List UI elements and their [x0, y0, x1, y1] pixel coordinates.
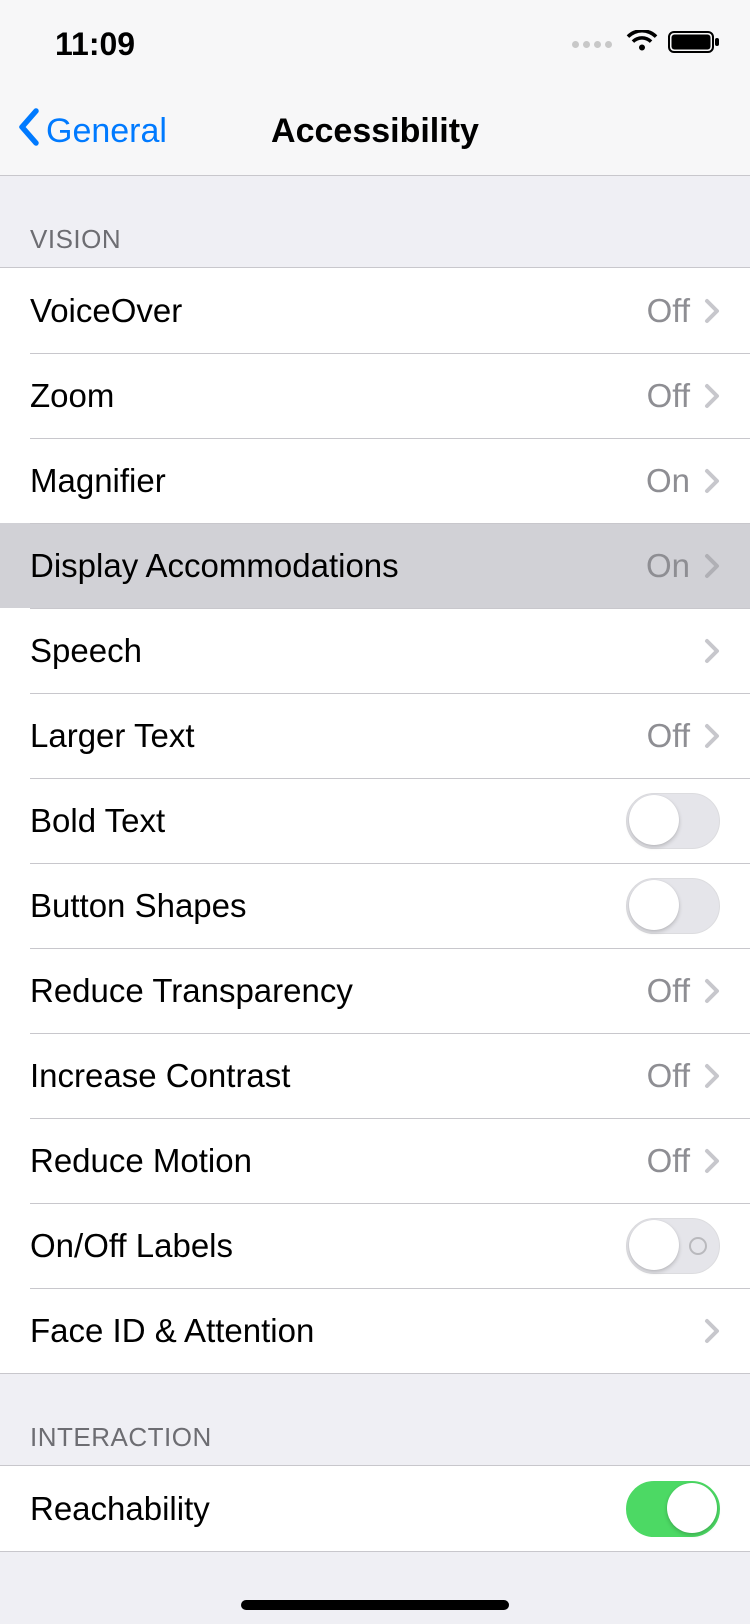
row-label: Bold Text — [30, 802, 626, 840]
chevron-right-icon — [704, 1063, 720, 1089]
toggle-reachability[interactable] — [626, 1481, 720, 1537]
row-onoff-labels: On/Off Labels — [0, 1203, 750, 1288]
row-label: Face ID & Attention — [30, 1312, 704, 1350]
row-label: Reduce Motion — [30, 1142, 647, 1180]
back-button[interactable]: General — [0, 107, 167, 156]
row-value: Off — [647, 1057, 690, 1095]
row-value: Off — [647, 972, 690, 1010]
row-label: Zoom — [30, 377, 647, 415]
row-increase-contrast[interactable]: Increase Contrast Off — [0, 1033, 750, 1118]
section-vision: VoiceOver Off Zoom Off Magnifier On Disp… — [0, 267, 750, 1374]
row-label: Display Accommodations — [30, 547, 646, 585]
row-display-accommodations[interactable]: Display Accommodations On — [0, 523, 750, 608]
status-bar: 11:09 — [0, 0, 750, 88]
row-value: On — [646, 547, 690, 585]
row-larger-text[interactable]: Larger Text Off — [0, 693, 750, 778]
row-button-shapes: Button Shapes — [0, 863, 750, 948]
signal-dots-icon — [572, 41, 612, 48]
row-speech[interactable]: Speech — [0, 608, 750, 693]
home-indicator[interactable] — [241, 1600, 509, 1610]
row-label: Increase Contrast — [30, 1057, 647, 1095]
chevron-right-icon — [704, 1318, 720, 1344]
chevron-right-icon — [704, 468, 720, 494]
row-value: Off — [647, 717, 690, 755]
row-reachability: Reachability — [0, 1466, 750, 1551]
row-label: VoiceOver — [30, 292, 647, 330]
row-bold-text: Bold Text — [0, 778, 750, 863]
row-label: Larger Text — [30, 717, 647, 755]
row-label: Reachability — [30, 1490, 626, 1528]
onoff-mark-icon — [689, 1237, 707, 1255]
row-reduce-motion[interactable]: Reduce Motion Off — [0, 1118, 750, 1203]
toggle-bold-text[interactable] — [626, 793, 720, 849]
chevron-right-icon — [704, 383, 720, 409]
row-voiceover[interactable]: VoiceOver Off — [0, 268, 750, 353]
row-label: Reduce Transparency — [30, 972, 647, 1010]
back-label: General — [46, 112, 167, 151]
row-reduce-transparency[interactable]: Reduce Transparency Off — [0, 948, 750, 1033]
section-interaction: Reachability — [0, 1465, 750, 1552]
row-value: Off — [647, 292, 690, 330]
section-header-interaction: INTERACTION — [0, 1374, 750, 1465]
chevron-right-icon — [704, 723, 720, 749]
chevron-right-icon — [704, 298, 720, 324]
row-value: On — [646, 462, 690, 500]
row-value: Off — [647, 377, 690, 415]
chevron-right-icon — [704, 553, 720, 579]
chevron-right-icon — [704, 978, 720, 1004]
chevron-right-icon — [704, 1148, 720, 1174]
row-faceid-attention[interactable]: Face ID & Attention — [0, 1288, 750, 1373]
nav-bar: General Accessibility — [0, 88, 750, 176]
row-label: Speech — [30, 632, 704, 670]
row-magnifier[interactable]: Magnifier On — [0, 438, 750, 523]
row-zoom[interactable]: Zoom Off — [0, 353, 750, 438]
toggle-onoff-labels[interactable] — [626, 1218, 720, 1274]
section-header-vision: VISION — [0, 176, 750, 267]
row-label: On/Off Labels — [30, 1227, 626, 1265]
chevron-right-icon — [704, 638, 720, 664]
status-time: 11:09 — [55, 26, 135, 63]
status-indicators — [572, 30, 720, 59]
chevron-left-icon — [16, 107, 40, 156]
toggle-button-shapes[interactable] — [626, 878, 720, 934]
row-label: Button Shapes — [30, 887, 626, 925]
row-label: Magnifier — [30, 462, 646, 500]
row-value: Off — [647, 1142, 690, 1180]
battery-icon — [668, 30, 720, 59]
wifi-icon — [626, 30, 658, 59]
